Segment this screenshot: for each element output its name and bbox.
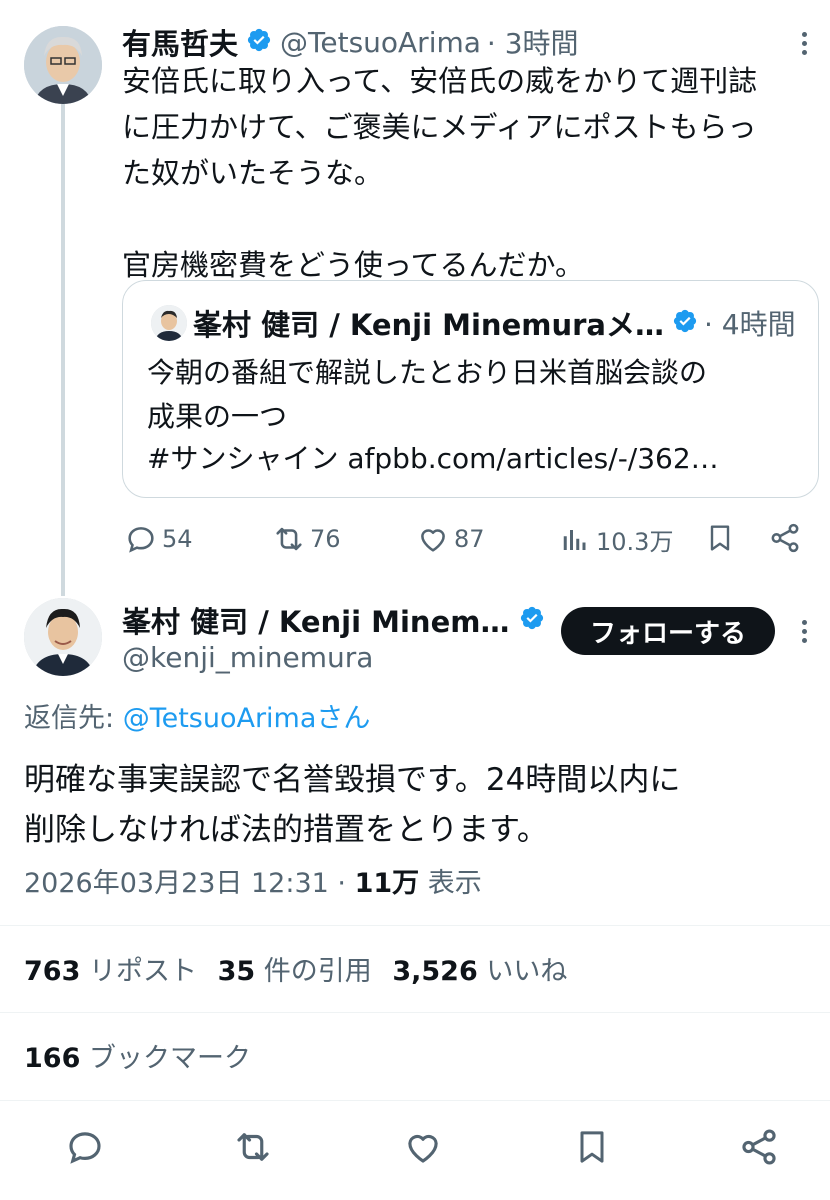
follow-button[interactable]: フォローする [561, 607, 775, 655]
likes-stat[interactable]: 3,526 いいね [392, 956, 567, 987]
bookmarks-stat[interactable]: 166 ブックマーク [24, 1040, 251, 1078]
quotes-stat-label: 件の引用 [255, 956, 372, 987]
share-button[interactable] [738, 1124, 780, 1170]
reply-button[interactable] [64, 1126, 106, 1168]
repost-button[interactable] [230, 1126, 276, 1168]
like-count: 87 [454, 525, 485, 553]
divider [0, 1012, 830, 1013]
reply-icon [64, 1126, 106, 1168]
thread-line [61, 104, 65, 596]
engagement-stats: 763 リポスト 35 件の引用 3,526 いいね [24, 953, 567, 991]
views-count: 10.3万 [596, 528, 674, 556]
views-icon [560, 523, 590, 557]
reply-icon [124, 522, 158, 556]
main-header: 峯村 健司 / Kenji Minem… [122, 600, 545, 640]
more-icon[interactable] [802, 32, 808, 59]
more-icon[interactable] [802, 620, 808, 647]
bookmark-icon [704, 520, 736, 556]
timestamp-line: 2026年03月23日 12:31 · 11万 表示 [24, 865, 482, 903]
quoted-text: 今朝の番組で解説したとおり日米首脳会談の 成果の一つ [147, 356, 708, 433]
main-avatar[interactable] [24, 598, 102, 676]
repost-count: 76 [310, 525, 341, 553]
parent-avatar[interactable] [24, 26, 102, 104]
quoted-tweet-card[interactable]: 峯村 健司 / Kenji Minemuraメ… · 4時間 今朝の番組で解説し… [122, 280, 819, 498]
reply-to-line: 返信先: @TetsuoArimaさん [24, 700, 370, 738]
likes-stat-label: いいね [477, 956, 568, 987]
parent-author-name[interactable]: 有馬哲夫 [122, 21, 238, 63]
likes-stat-count: 3,526 [392, 956, 478, 987]
verified-badge-icon [246, 27, 272, 57]
parent-header: 有馬哲夫 @TetsuoArima · 3時間 [122, 22, 579, 62]
bookmark-button[interactable] [704, 520, 736, 556]
view-count: 11万 [354, 868, 420, 899]
quoted-author-name: 峯村 健司 / Kenji Minemuraメ… [193, 308, 664, 342]
repost-button[interactable]: 76 [270, 522, 341, 556]
parent-author-handle[interactable]: @TetsuoArima [280, 26, 481, 59]
quoted-avatar[interactable] [151, 305, 187, 341]
reply-to-handle[interactable]: @TetsuoArimaさん [123, 703, 371, 734]
divider [0, 925, 830, 926]
main-tweet-text: 明確な事実誤認で名誉毀損です。24時間以内に 削除しなければ法的措置をとります。 [24, 762, 681, 848]
bookmark-icon [572, 1124, 612, 1170]
main-author-handle[interactable]: @kenji_minemura [122, 640, 373, 676]
quotes-stat[interactable]: 35 件の引用 [218, 956, 372, 987]
parent-tweet-text: 安倍氏に取り入って、安倍氏の威をかりて週刊誌 に圧力かけて、ご褒美にメディアにポ… [122, 64, 758, 282]
quoted-link: afpbb.com/articles/-/362… [347, 442, 719, 475]
repost-icon [270, 522, 308, 556]
quoted-time: · 4時間 [703, 308, 796, 341]
like-button[interactable] [402, 1126, 444, 1168]
quoted-hashtag: #サンシャイン [147, 442, 339, 475]
share-button[interactable] [768, 520, 802, 556]
like-button[interactable]: 87 [416, 522, 485, 556]
bookmarks-stat-count: 166 [24, 1043, 81, 1074]
views-button[interactable]: 10.3万 [560, 522, 673, 557]
share-icon [738, 1124, 780, 1170]
repost-icon [230, 1126, 276, 1168]
divider [0, 1100, 830, 1101]
verified-badge-icon [672, 308, 698, 338]
share-icon [768, 520, 802, 556]
reply-to-prefix: 返信先: [24, 703, 123, 734]
reply-button[interactable]: 54 [124, 522, 193, 556]
quoted-link-line: #サンシャイン afpbb.com/articles/-/362… [147, 437, 719, 481]
reposts-stat[interactable]: 763 リポスト [24, 956, 197, 987]
like-icon [402, 1126, 444, 1168]
bookmarks-stat-label: ブックマーク [80, 1043, 251, 1074]
bookmark-button[interactable] [572, 1124, 612, 1170]
view-label: 表示 [427, 868, 482, 899]
verified-badge-icon [519, 605, 545, 635]
reposts-stat-label: リポスト [80, 956, 197, 987]
quoted-header: 峯村 健司 / Kenji Minemuraメ… · 4時間 [193, 303, 796, 343]
quotes-stat-count: 35 [217, 956, 256, 987]
reply-count: 54 [162, 525, 193, 553]
timestamp[interactable]: 2026年03月23日 12:31 · [24, 868, 355, 899]
parent-time[interactable]: · 3時間 [487, 22, 579, 62]
main-author-name[interactable]: 峯村 健司 / Kenji Minem… [122, 599, 509, 641]
like-icon [416, 522, 450, 556]
reposts-stat-count: 763 [24, 956, 81, 987]
